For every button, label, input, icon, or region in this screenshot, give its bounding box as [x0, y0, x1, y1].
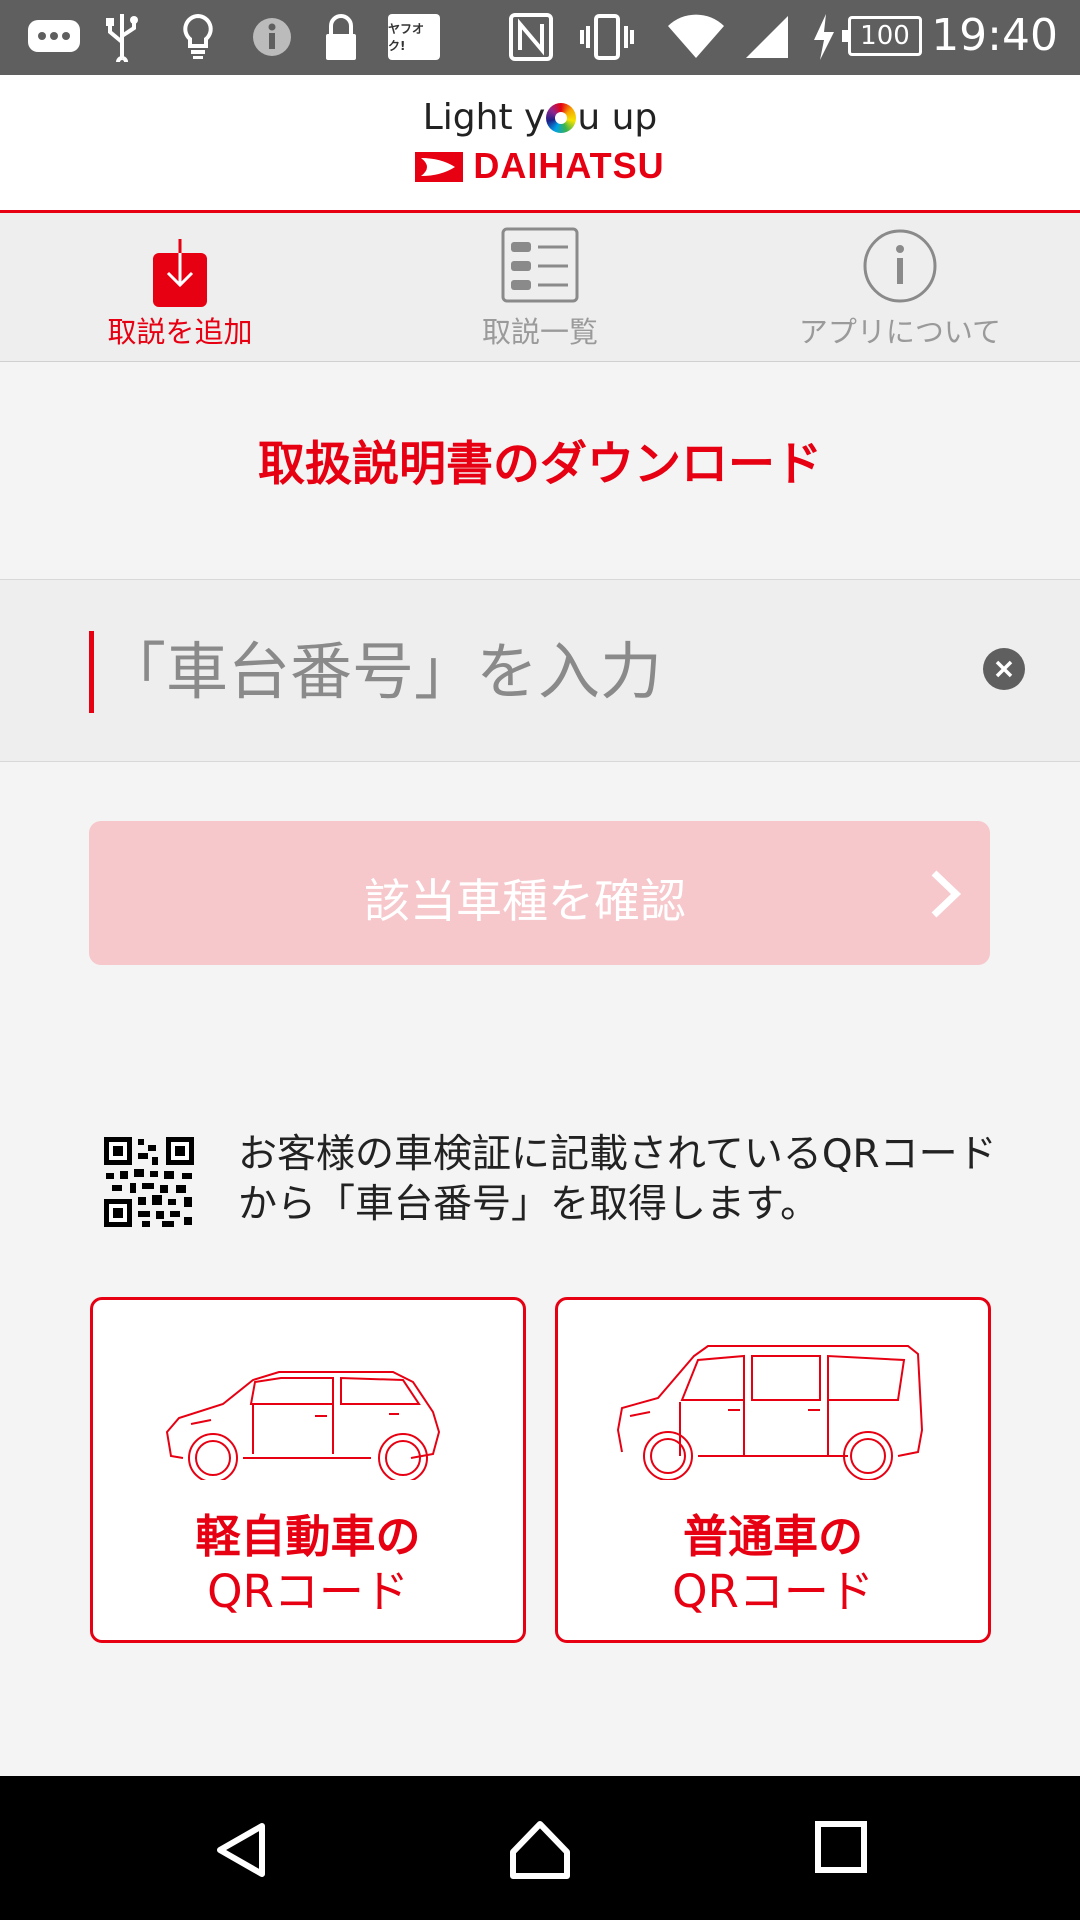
tagline-end: u up — [577, 97, 658, 138]
tab-add-manual[interactable]: 取説を追加 — [0, 213, 360, 361]
tab-label: アプリについて — [798, 315, 1002, 349]
download-icon — [153, 239, 207, 307]
more-icon — [28, 20, 80, 52]
bulb-icon — [183, 13, 213, 59]
battery-icon: 100 — [842, 16, 922, 56]
clear-input-button[interactable] — [983, 648, 1025, 690]
tab-bar: 取説を追加 取説一覧 アプリについて — [0, 213, 1080, 362]
tab-label: 取説を追加 — [107, 315, 253, 349]
tab-about-app[interactable]: アプリについて — [720, 213, 1080, 361]
yahoo-auction-icon: ヤフオク! — [388, 14, 440, 60]
nfc-icon — [509, 13, 553, 61]
qr-code-icon — [104, 1137, 194, 1227]
back-icon[interactable] — [212, 1820, 272, 1880]
status-bar: ヤフオク! 100 19:40 — [0, 0, 1080, 75]
kei-car-icon — [165, 1371, 441, 1480]
chassis-number-input[interactable] — [102, 620, 966, 722]
info-icon — [253, 18, 291, 56]
chevron-right-icon — [931, 870, 962, 918]
logo-tagline: Light y u up — [0, 97, 1080, 138]
vibrate-icon — [580, 14, 634, 60]
tagline-start: Light y — [422, 97, 546, 138]
home-icon[interactable] — [507, 1820, 573, 1880]
charging-icon — [814, 14, 834, 60]
app-header: Light y u up DAIHATSU — [0, 75, 1080, 213]
tab-label: 取説一覧 — [481, 315, 598, 349]
chassis-number-field — [0, 579, 1080, 762]
clock: 19:40 — [931, 10, 1058, 61]
rainbow-ring-icon — [546, 103, 577, 133]
usb-icon — [106, 14, 138, 62]
close-icon — [995, 660, 1013, 678]
system-nav-bar — [0, 1776, 1080, 1920]
list-icon — [501, 227, 579, 303]
info-circle-icon — [863, 229, 937, 303]
page-title: 取扱説明書のダウンロード — [258, 437, 822, 492]
standard-car-icon — [616, 1345, 924, 1480]
daihatsu-mark-icon — [415, 152, 464, 182]
signal-icon — [746, 16, 788, 58]
card-subtitle: QRコード — [672, 1565, 874, 1618]
recents-icon[interactable] — [814, 1820, 868, 1874]
text-cursor — [89, 631, 94, 713]
wifi-icon — [668, 14, 724, 59]
kei-car-qr-button[interactable]: 軽自動車の QRコード — [90, 1297, 526, 1643]
tab-manual-list[interactable]: 取説一覧 — [360, 213, 720, 361]
brand-logo: DAIHATSU — [0, 145, 1080, 187]
lock-icon — [326, 14, 356, 60]
standard-car-qr-button[interactable]: 普通車の QRコード — [555, 1297, 991, 1643]
confirm-button-label: 該当車種を確認 — [364, 874, 686, 928]
confirm-model-button[interactable]: 該当車種を確認 — [89, 821, 990, 965]
card-subtitle: QRコード — [207, 1565, 409, 1618]
qr-instruction-text: お客様の車検証に記載されているQRコードから「車台番号」を取得します。 — [238, 1132, 997, 1227]
brand-name: DAIHATSU — [473, 145, 665, 186]
